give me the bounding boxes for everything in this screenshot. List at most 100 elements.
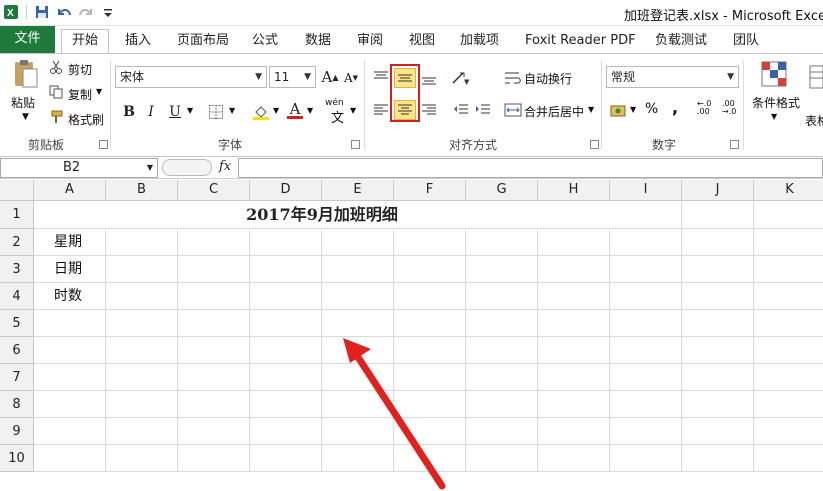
grid-cell[interactable] — [394, 445, 466, 472]
insert-function-icon[interactable]: fx — [219, 159, 231, 174]
orientation-icon[interactable]: ▼ — [450, 68, 472, 88]
tab-load-test[interactable]: 负载测试 — [655, 30, 707, 52]
column-header[interactable]: F — [394, 180, 466, 201]
font-size-select[interactable]: 11 ▼ — [269, 66, 316, 88]
column-header[interactable]: K — [754, 180, 823, 201]
grid-cell[interactable] — [250, 418, 322, 445]
grid-cell[interactable] — [754, 391, 823, 418]
grid-cell[interactable] — [178, 445, 250, 472]
number-launcher-icon[interactable] — [730, 140, 739, 149]
column-header[interactable]: D — [250, 180, 322, 201]
grid-cell[interactable] — [322, 310, 394, 337]
tab-home[interactable]: 开始 — [61, 29, 109, 53]
row-header[interactable]: 8 — [0, 391, 34, 418]
grid-cell[interactable] — [178, 256, 250, 283]
grid-cell[interactable] — [610, 418, 682, 445]
tab-page-layout[interactable]: 页面布局 — [177, 30, 229, 52]
copy-icon[interactable] — [48, 84, 64, 100]
merge-center-icon[interactable] — [502, 100, 524, 120]
cell-a4[interactable]: 时数 — [34, 283, 106, 310]
grid-cell[interactable] — [322, 445, 394, 472]
grid-cell[interactable] — [538, 418, 610, 445]
grid-cell[interactable] — [250, 310, 322, 337]
grid-cell[interactable] — [34, 337, 106, 364]
column-header[interactable]: C — [178, 180, 250, 201]
grid-cell[interactable] — [178, 418, 250, 445]
wrap-text-icon[interactable] — [502, 68, 524, 88]
grid-cell[interactable] — [466, 418, 538, 445]
grid-cell[interactable] — [754, 256, 823, 283]
grid-cell[interactable] — [682, 337, 754, 364]
merge-center-button[interactable]: 合并后居中 — [524, 103, 584, 120]
grid-cell[interactable] — [322, 391, 394, 418]
align-bottom-icon[interactable] — [418, 68, 440, 88]
wrap-text-button[interactable]: 自动换行 — [524, 70, 572, 87]
formula-input[interactable] — [238, 158, 823, 178]
column-header[interactable]: B — [106, 180, 178, 201]
grid-cell[interactable] — [250, 445, 322, 472]
customize-icon[interactable] — [99, 3, 117, 21]
paste-icon[interactable] — [10, 58, 40, 90]
grid-cell[interactable] — [610, 337, 682, 364]
grid-cell[interactable] — [682, 418, 754, 445]
grid-cell[interactable] — [682, 256, 754, 283]
row-header[interactable]: 3 — [0, 256, 34, 283]
number-format-select[interactable]: 常规 ▼ — [606, 66, 739, 88]
redo-icon[interactable] — [77, 3, 95, 21]
borders-icon[interactable] — [205, 102, 227, 122]
cut-icon[interactable] — [48, 59, 64, 75]
clipboard-launcher-icon[interactable] — [99, 140, 108, 149]
font-name-select[interactable]: 宋体 ▼ — [115, 66, 267, 88]
grid-cell[interactable] — [34, 310, 106, 337]
chevron-down-icon[interactable]: ▼ — [96, 87, 102, 96]
align-right-icon[interactable] — [418, 100, 440, 120]
column-header[interactable]: J — [682, 180, 754, 201]
tab-team[interactable]: 团队 — [733, 30, 759, 52]
grid-cell[interactable] — [394, 364, 466, 391]
grid-cell[interactable] — [106, 310, 178, 337]
tab-review[interactable]: 审阅 — [357, 30, 383, 52]
format-painter-button[interactable]: 格式刷 — [68, 111, 104, 128]
copy-button[interactable]: 复制 — [68, 86, 92, 103]
tab-addins[interactable]: 加载项 — [460, 30, 499, 52]
grid-cell[interactable] — [754, 364, 823, 391]
grid-cell[interactable] — [682, 229, 754, 256]
paste-label[interactable]: 粘贴 — [11, 94, 35, 111]
row-header[interactable]: 1 — [0, 201, 34, 229]
grid-cell[interactable] — [754, 201, 823, 229]
grid-cell[interactable] — [106, 364, 178, 391]
grid-cell[interactable] — [250, 364, 322, 391]
column-header[interactable]: I — [610, 180, 682, 201]
grid-cell[interactable] — [106, 256, 178, 283]
chevron-down-icon[interactable]: ▼ — [307, 106, 313, 115]
spreadsheet-grid[interactable]: ABCDEFGHIJK 1 2 3 4 5 6 7 8 9 10 2017年9月加班明细 星期 日… — [0, 180, 823, 491]
grid-cell[interactable] — [394, 310, 466, 337]
row-header[interactable]: 2 — [0, 229, 34, 256]
undo-icon[interactable] — [55, 3, 73, 21]
chevron-down-icon[interactable]: ▼ — [22, 112, 29, 122]
grid-cell[interactable] — [322, 337, 394, 364]
grid-cell[interactable] — [106, 229, 178, 256]
grid-cell[interactable] — [106, 337, 178, 364]
grid-cell[interactable] — [178, 391, 250, 418]
grid-cell[interactable] — [754, 283, 823, 310]
grid-cell[interactable] — [610, 445, 682, 472]
underline-button[interactable]: U — [164, 102, 186, 122]
grid-cell[interactable] — [610, 201, 682, 229]
row-header[interactable]: 5 — [0, 310, 34, 337]
row-header[interactable]: 9 — [0, 418, 34, 445]
fill-color-icon[interactable] — [250, 102, 272, 122]
chevron-down-icon[interactable]: ▼ — [350, 106, 356, 115]
row-header[interactable]: 7 — [0, 364, 34, 391]
grid-cell[interactable] — [754, 337, 823, 364]
tab-insert[interactable]: 插入 — [125, 30, 151, 52]
format-as-table-button[interactable]: 表格 — [805, 112, 823, 129]
grid-cell[interactable] — [610, 229, 682, 256]
grid-cell[interactable] — [250, 283, 322, 310]
format-as-table-icon[interactable] — [808, 64, 823, 90]
font-color-button[interactable]: A — [284, 100, 306, 120]
decrease-decimal-button[interactable]: .00 →.0 — [722, 100, 736, 116]
grid-cell[interactable] — [466, 445, 538, 472]
tab-view[interactable]: 视图 — [409, 30, 435, 52]
formula-bar-resize-handle[interactable] — [162, 159, 212, 176]
